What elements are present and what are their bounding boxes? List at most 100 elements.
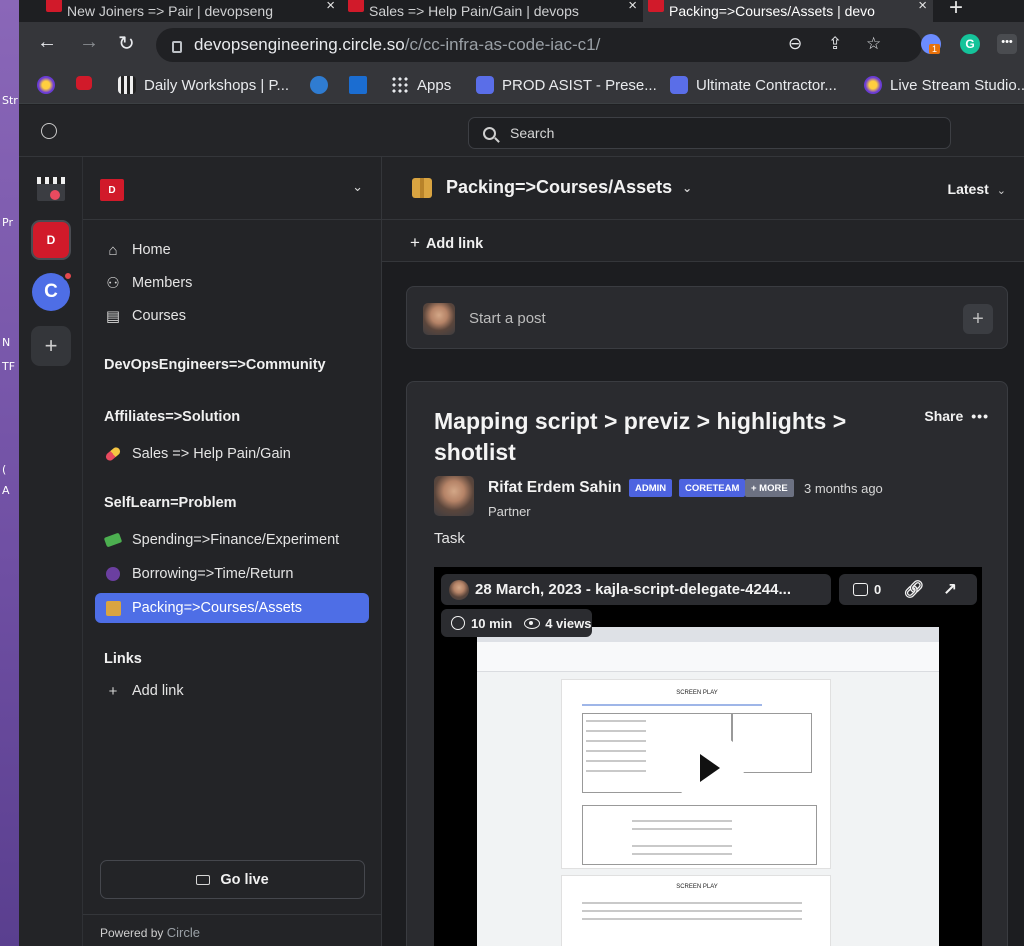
thumbnail-heading: SCREEN PLAY — [676, 690, 718, 696]
bot-icon — [670, 76, 688, 94]
add-link-button[interactable]: + Add link — [382, 220, 1024, 262]
devops-community-icon[interactable]: D — [31, 220, 71, 260]
share-button[interactable]: Share ••• — [924, 408, 989, 424]
search-icon — [483, 126, 496, 140]
sidebar-item-borrowing[interactable]: Borrowing=>Time/Return — [95, 559, 369, 589]
space-group-selflearn[interactable]: SelfLearn=Problem — [104, 495, 237, 511]
composer-placeholder: Start a post — [469, 310, 546, 327]
extension-gear-icon[interactable]: 1 — [921, 34, 941, 54]
sidebar-item-courses[interactable]: ▤ Courses — [95, 301, 369, 331]
address-bar[interactable]: devopsengineering.circle.so/c/cc-infra-a… — [156, 28, 922, 62]
app-header: Search — [19, 105, 1024, 157]
close-tab-icon[interactable]: × — [918, 0, 927, 14]
globe-icon[interactable] — [41, 123, 57, 139]
more-extensions-icon[interactable]: ••• — [997, 34, 1017, 54]
search-input[interactable]: Search — [468, 117, 951, 149]
go-live-label: Go live — [220, 871, 269, 888]
community-header[interactable]: D ⌄ — [83, 157, 381, 220]
coreteam-badge: CORETEAM — [679, 479, 746, 497]
sidebar-item-label: Members — [132, 275, 193, 291]
sidebar-item-home[interactable]: ⌂ Home — [95, 235, 369, 265]
clapper-community-icon[interactable] — [31, 167, 71, 207]
bookmark-item[interactable] — [76, 76, 100, 90]
play-button[interactable] — [672, 732, 744, 804]
video-embed[interactable]: SCREEN PLAY SCREEN PLAY 28 March, 2023 -… — [434, 567, 982, 946]
space-group-affiliates[interactable]: Affiliates=>Solution — [104, 409, 240, 425]
package-icon — [412, 177, 432, 198]
tab-sales[interactable]: Sales => Help Pain/Gain | devops × — [343, 0, 643, 22]
tab-label: New Joiners => Pair | devopseng — [67, 3, 273, 19]
bookmark-item[interactable] — [349, 76, 375, 94]
video-views: 4 views — [545, 615, 592, 631]
tab-packing[interactable]: Packing=>Courses/Assets | devo × — [643, 0, 933, 22]
comments-button[interactable]: 0 — [853, 582, 881, 597]
video-title-chip[interactable]: 28 March, 2023 - kajla-script-delegate-4… — [441, 574, 831, 605]
author-name[interactable]: Rifat Erdem Sahin — [488, 479, 622, 497]
url-path: /c/cc-infra-as-code-iac-c1/ — [404, 35, 601, 54]
space-group-links[interactable]: Links — [104, 651, 142, 667]
bookmark-ultimate-contractor[interactable]: Ultimate Contractor... — [670, 76, 837, 94]
bookmark-item[interactable] — [310, 76, 336, 94]
bookmark-apps[interactable]: Apps — [391, 76, 451, 94]
post-card: Mapping script > previz > highlights > s… — [406, 381, 1008, 946]
sidebar-item-spending[interactable]: Spending=>Finance/Experiment — [95, 525, 369, 555]
comment-count: 0 — [874, 582, 882, 597]
new-tab-icon[interactable]: + — [949, 0, 963, 22]
post-composer[interactable]: Start a post + — [406, 286, 1008, 349]
video-duration: 10 min — [471, 615, 513, 631]
bookmark-star-icon[interactable]: ☆ — [866, 34, 881, 54]
share-page-icon[interactable]: ⇪ — [828, 34, 842, 54]
close-tab-icon[interactable]: × — [326, 0, 335, 14]
post-title[interactable]: Mapping script > previz > highlights > s… — [434, 406, 894, 468]
link-icon[interactable]: 🔗︎ — [903, 580, 925, 600]
space-title-dropdown[interactable]: Packing=>Courses/Assets ⌄ — [412, 177, 692, 198]
members-icon: ⚇ — [106, 275, 120, 292]
desktop-label: N — [2, 336, 11, 349]
avatar — [423, 303, 455, 335]
chevron-down-icon: ⌄ — [996, 185, 1006, 197]
sidebar-item-sales[interactable]: Sales => Help Pain/Gain — [95, 439, 369, 469]
blue-square-icon — [349, 76, 367, 94]
bookmark-item[interactable] — [37, 76, 63, 94]
more-options-icon[interactable]: ••• — [971, 408, 989, 424]
powered-by-label: Powered by — [100, 926, 164, 940]
desktop-label: Str — [2, 94, 18, 107]
reload-icon[interactable]: ↻ — [118, 31, 135, 56]
bookmark-live-stream[interactable]: Live Stream Studio... — [864, 76, 1024, 94]
devops-favicon-icon — [46, 0, 62, 12]
sidebar-item-members[interactable]: ⚇ Members — [95, 268, 369, 298]
space-group-community[interactable]: DevOpsEngineers=>Community — [104, 357, 326, 373]
bookmark-prod-asist[interactable]: PROD ASIST - Prese... — [476, 76, 657, 94]
url-text: devopsengineering.circle.so/c/cc-infra-a… — [194, 35, 600, 55]
sort-dropdown[interactable]: Latest ⌄ — [948, 181, 1006, 197]
desktop-label: ( — [2, 463, 7, 476]
community-switcher: D C + — [19, 157, 83, 946]
desktop-label: A — [2, 484, 10, 497]
sidebar: D ⌄ ⌂ Home ⚇ Members ▤ Courses DevOpsEngine… — [83, 157, 382, 946]
money-wings-icon — [103, 531, 123, 549]
chevron-down-icon[interactable]: ⌄ — [352, 179, 363, 195]
bookmark-daily-workshops[interactable]: Daily Workshops | P... — [118, 76, 289, 94]
more-badges[interactable]: + MORE — [745, 479, 794, 497]
add-post-button[interactable]: + — [963, 304, 993, 334]
grammarly-icon[interactable]: G — [960, 34, 980, 54]
author-avatar[interactable] — [434, 476, 474, 516]
rocket-icon — [864, 76, 882, 94]
sidebar-item-label: Packing=>Courses/Assets — [132, 600, 303, 616]
post-timestamp[interactable]: 3 months ago — [804, 481, 883, 496]
sidebar-add-link[interactable]: + Add link — [95, 676, 369, 706]
close-tab-icon[interactable]: × — [628, 0, 637, 14]
notification-dot-icon — [63, 271, 73, 281]
zoom-icon[interactable]: ⊖ — [788, 34, 802, 54]
go-live-button[interactable]: Go live — [100, 860, 365, 899]
devops-logo-icon: D — [100, 179, 124, 201]
back-icon[interactable]: ← — [37, 31, 57, 54]
devops-favicon-icon — [348, 0, 364, 12]
add-community-button[interactable]: + — [31, 326, 71, 366]
tab-new-joiners[interactable]: New Joiners => Pair | devopseng × — [41, 0, 341, 22]
c-community-icon[interactable]: C — [32, 271, 73, 311]
powered-by-footer[interactable]: Powered by Circle — [83, 914, 381, 946]
external-link-icon[interactable]: ↗ — [943, 580, 957, 600]
sidebar-item-packing[interactable]: Packing=>Courses/Assets — [95, 593, 369, 623]
forward-icon[interactable]: → — [79, 31, 99, 54]
